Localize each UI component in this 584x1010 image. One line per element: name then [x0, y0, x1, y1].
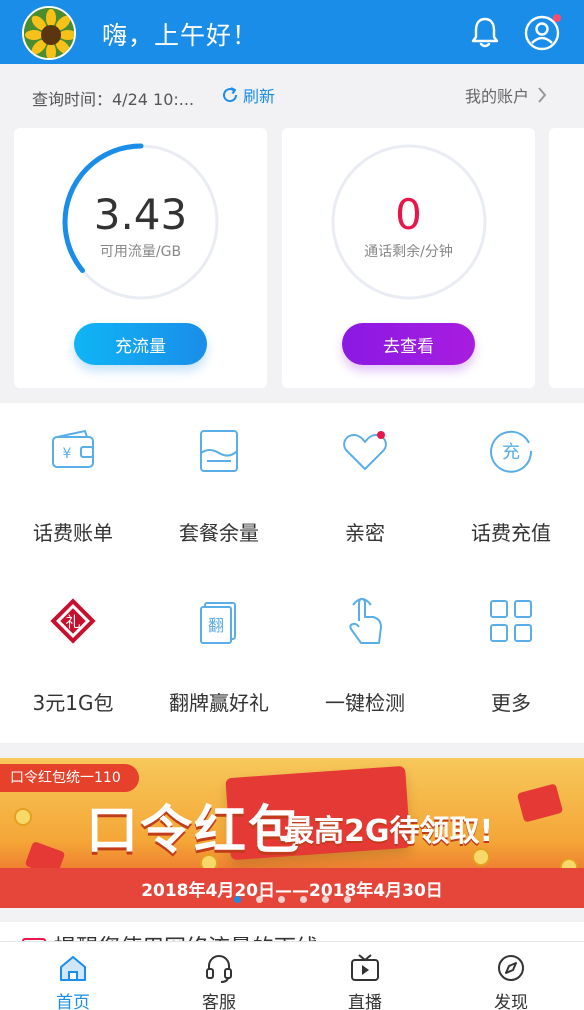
promo-banner[interactable]: 口令红包统一110 口令红包 最高2G待领取! 2018年4月20日——2018…: [0, 758, 584, 908]
data-balance-card: 3.43 可用流量/GB 充流量: [14, 128, 267, 388]
sunflower-avatar-icon: [24, 8, 74, 58]
carousel-dot[interactable]: [321, 896, 329, 903]
gift-package-icon: 礼: [50, 598, 96, 644]
home-icon: [60, 956, 86, 981]
grid-label: 翻牌赢好礼: [169, 691, 269, 715]
banner-subline: 最高2G待领取!: [284, 814, 494, 849]
more-grid-icon: [490, 600, 532, 642]
data-balance-value: 3.43: [93, 190, 188, 239]
touch-hand-icon: [349, 598, 382, 644]
grid-item-bill[interactable]: ¥ 话费账单: [0, 403, 146, 545]
carousel-indicators: [0, 896, 584, 903]
refresh-icon: [223, 87, 238, 103]
grid-item-recharge[interactable]: 充 话费充值: [438, 403, 584, 545]
refresh-label: 刷新: [243, 87, 276, 106]
grid-item-family[interactable]: 亲密: [292, 403, 438, 545]
tab-live[interactable]: 直播: [292, 942, 438, 1010]
grid-item-balance[interactable]: 套餐余量: [146, 403, 292, 545]
chevron-right-icon: [538, 87, 547, 103]
my-account-link[interactable]: 我的账户: [465, 84, 547, 106]
tab-label: 客服: [202, 993, 236, 1010]
tab-home[interactable]: 首页: [0, 942, 146, 1010]
headset-icon: [206, 955, 232, 983]
grid-label: 套餐余量: [179, 521, 259, 545]
grid-label: 一键检测: [325, 691, 405, 715]
bell-icon[interactable]: [468, 15, 502, 49]
carousel-dot[interactable]: [343, 896, 351, 903]
account-label: 我的账户: [465, 87, 530, 106]
coin-decoration: [14, 808, 32, 826]
wallet-yuan-icon: ¥: [52, 429, 94, 468]
next-card-peek[interactable]: [549, 128, 584, 388]
call-minutes-label: 通话剩余/分钟: [364, 244, 453, 260]
carousel-dot[interactable]: [299, 896, 307, 903]
recharge-icon: 充: [490, 430, 533, 473]
carousel-dot[interactable]: [255, 896, 263, 903]
tab-label: 首页: [56, 993, 90, 1010]
view-details-button[interactable]: 去查看: [342, 323, 475, 365]
grid-item-data-pack[interactable]: 礼 3元1G包: [0, 573, 146, 715]
tab-discover[interactable]: 发现: [438, 942, 584, 1010]
tv-play-icon: [351, 954, 379, 981]
query-time-text: 查询时间：4/24 10:...: [32, 90, 195, 109]
grid-label: 话费充值: [471, 521, 551, 545]
greeting-text: 嗨，上午好！: [102, 21, 259, 50]
svg-text:¥: ¥: [63, 446, 72, 462]
refresh-button[interactable]: 刷新: [221, 84, 275, 106]
data-balance-label: 可用流量/GB: [99, 244, 182, 260]
avatar[interactable]: [22, 6, 76, 60]
buy-data-button[interactable]: 充流量: [74, 323, 207, 365]
tab-label: 直播: [348, 993, 382, 1010]
carousel-dot[interactable]: [233, 896, 241, 903]
top-header: 嗨，上午好！: [0, 0, 584, 64]
carousel-dot[interactable]: [277, 896, 285, 903]
coin-decoration: [472, 848, 490, 866]
bottom-tab-bar: 首页 客服 直播 发现: [0, 941, 584, 1010]
grid-label: 更多: [491, 691, 531, 715]
tab-service[interactable]: 客服: [146, 942, 292, 1010]
grid-label: 话费账单: [33, 521, 113, 545]
flip-icon-text: 翻: [208, 616, 224, 635]
call-minutes-card: 0 通话剩余/分钟 去查看: [282, 128, 535, 388]
service-grid: ¥ 话费账单 套餐余量 亲密 充 话费充值 礼 3元1G包 翻 翻牌赢好礼 一键…: [0, 403, 584, 743]
call-minutes-value: 0: [395, 190, 422, 239]
grid-label: 亲密: [345, 521, 385, 545]
grid-label: 3元1G包: [32, 691, 114, 715]
banner-headline: 口令红包: [86, 801, 303, 861]
svg-text:充: 充: [502, 442, 520, 463]
grid-item-more[interactable]: 更多: [438, 573, 584, 715]
grid-item-flip[interactable]: 翻 翻牌赢好礼: [146, 573, 292, 715]
query-row: 查询时间：4/24 10:... 刷新 我的账户: [0, 64, 584, 126]
notification-dot: [553, 14, 561, 22]
heart-icon: [343, 431, 387, 470]
tab-label: 发现: [494, 993, 528, 1010]
gift-icon-text: 礼: [65, 613, 80, 631]
grid-item-check[interactable]: 一键检测: [292, 573, 438, 715]
flip-card-icon: 翻: [200, 602, 236, 644]
compass-icon: [498, 955, 524, 981]
balance-box-icon: [200, 430, 238, 472]
red-envelope-graphic: [516, 783, 564, 823]
